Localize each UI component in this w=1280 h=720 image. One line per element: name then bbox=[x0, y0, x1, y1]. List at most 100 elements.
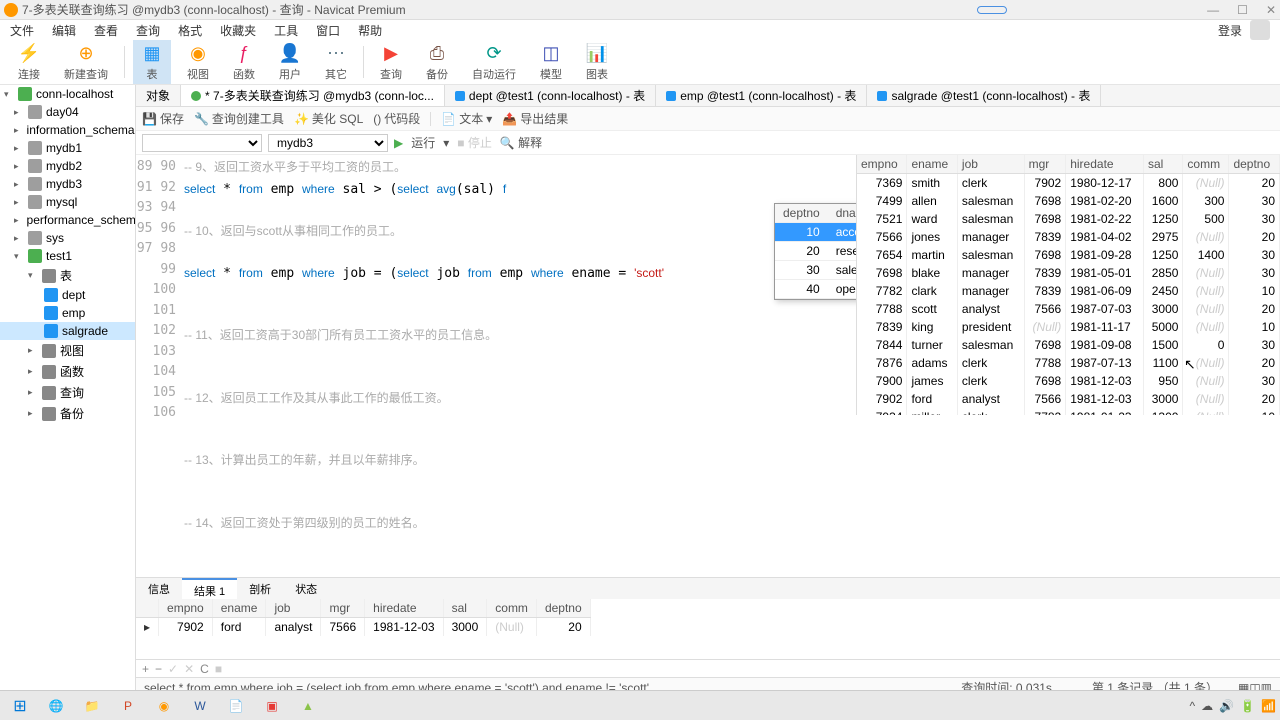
emp-row[interactable]: 7934millerclerk77821981-01-231300(Null)1… bbox=[857, 408, 1280, 415]
tab-objects[interactable]: 对象 bbox=[136, 85, 181, 106]
connect-button[interactable]: ⚡连接 bbox=[10, 40, 48, 84]
add-row-icon[interactable]: + bbox=[142, 662, 149, 676]
results-grid[interactable]: empnoenamejobmgrhiredatesalcommdeptno▸79… bbox=[136, 599, 1280, 659]
model-button[interactable]: ◫模型 bbox=[532, 40, 570, 84]
tree-folder[interactable]: ▸查询 bbox=[0, 382, 135, 403]
tray-up-icon[interactable]: ^ bbox=[1190, 699, 1196, 713]
tree-table-emp[interactable]: emp bbox=[0, 304, 135, 322]
emp-row[interactable]: 7788scottanalyst75661987-07-033000(Null)… bbox=[857, 300, 1280, 318]
emp-row[interactable]: 7876adamsclerk77881987-07-131100(Null)20 bbox=[857, 354, 1280, 372]
tree-folder[interactable]: ▸函数 bbox=[0, 361, 135, 382]
tree-db-mydb2[interactable]: ▸mydb2 bbox=[0, 157, 135, 175]
emp-row[interactable]: 7566jonesmanager78391981-04-022975(Null)… bbox=[857, 228, 1280, 246]
emp-row[interactable]: 7839kingpresident(Null)1981-11-175000(Nu… bbox=[857, 318, 1280, 336]
export-button[interactable]: 📤 导出结果 bbox=[502, 110, 568, 127]
tray-cloud-icon[interactable]: ☁ bbox=[1201, 699, 1213, 713]
menu-tools[interactable]: 工具 bbox=[274, 22, 298, 39]
emp-row[interactable]: 7654martinsalesman76981981-09-2812501400… bbox=[857, 246, 1280, 264]
tree-db-day04[interactable]: ▸day04 bbox=[0, 103, 135, 121]
emp-row[interactable]: 7902fordanalyst75661981-12-033000(Null)2… bbox=[857, 390, 1280, 408]
rtab-status[interactable]: 状态 bbox=[283, 578, 329, 599]
tree-db-mydb1[interactable]: ▸mydb1 bbox=[0, 139, 135, 157]
x-icon[interactable]: ✕ bbox=[184, 662, 194, 676]
menu-format[interactable]: 格式 bbox=[178, 22, 202, 39]
sql-editor[interactable]: 89 90 91 92 93 94 95 96 97 98 99 100 101… bbox=[136, 155, 1280, 577]
tree-tables-folder[interactable]: ▾表 bbox=[0, 265, 135, 286]
qtool-button[interactable]: 🔧 查询创建工具 bbox=[194, 110, 284, 127]
tree-db-information_schema[interactable]: ▸information_schema bbox=[0, 121, 135, 139]
result-row[interactable]: ▸7902fordanalyst75661981-12-033000(Null)… bbox=[136, 618, 590, 637]
chrome-icon[interactable]: 🌐 bbox=[40, 693, 72, 719]
backup-button[interactable]: ⎙备份 bbox=[418, 40, 456, 84]
emp-row[interactable]: 7900jamesclerk76981981-12-03950(Null)30 bbox=[857, 372, 1280, 390]
stop-icon[interactable]: ■ bbox=[215, 662, 222, 676]
snippet-button[interactable]: () 代码段 bbox=[373, 110, 420, 127]
minimize-icon[interactable]: — bbox=[1207, 3, 1219, 17]
rtab-result[interactable]: 结果 1 bbox=[182, 578, 237, 599]
other-button[interactable]: ⋯其它 bbox=[317, 40, 355, 84]
save-button[interactable]: 💾 保存 bbox=[142, 110, 184, 127]
emp-row[interactable]: 7698blakemanager78391981-05-012850(Null)… bbox=[857, 264, 1280, 282]
db-select[interactable]: mydb3 bbox=[268, 134, 388, 152]
tray-net-icon[interactable]: 📶 bbox=[1261, 699, 1276, 713]
emp-row[interactable]: 7782clarkmanager78391981-06-092450(Null)… bbox=[857, 282, 1280, 300]
check-icon[interactable]: ✓ bbox=[168, 662, 178, 676]
start-icon[interactable]: ⊞ bbox=[4, 693, 36, 719]
emp-row[interactable]: 7844turnersalesman76981981-09-081500030 bbox=[857, 336, 1280, 354]
menu-view[interactable]: 查看 bbox=[94, 22, 118, 39]
menu-favorites[interactable]: 收藏夹 bbox=[220, 22, 256, 39]
run-button[interactable]: 运行 bbox=[411, 134, 435, 151]
tree-conn[interactable]: ▾conn-localhost bbox=[0, 85, 135, 103]
refresh-icon[interactable]: C bbox=[200, 662, 209, 676]
app6-icon[interactable]: ▣ bbox=[256, 693, 288, 719]
avatar-icon[interactable] bbox=[1250, 20, 1270, 40]
query-button[interactable]: ▶查询 bbox=[372, 40, 410, 84]
tree-db-mysql[interactable]: ▸mysql bbox=[0, 193, 135, 211]
menu-window[interactable]: 窗口 bbox=[316, 22, 340, 39]
menu-query[interactable]: 查询 bbox=[136, 22, 160, 39]
view-button[interactable]: ◉视图 bbox=[179, 40, 217, 84]
tree-db-performance_schema[interactable]: ▸performance_schema bbox=[0, 211, 135, 229]
tree-folder[interactable]: ▸视图 bbox=[0, 340, 135, 361]
tree-db-mydb3[interactable]: ▸mydb3 bbox=[0, 175, 135, 193]
chart-button[interactable]: 📊图表 bbox=[578, 40, 616, 84]
rtab-analyze[interactable]: 剖析 bbox=[237, 578, 283, 599]
explorer-icon[interactable]: 📁 bbox=[76, 693, 108, 719]
conn-select[interactable] bbox=[142, 134, 262, 152]
menu-help[interactable]: 帮助 bbox=[358, 22, 382, 39]
powerpoint-icon[interactable]: P bbox=[112, 693, 144, 719]
app5-icon[interactable]: 📄 bbox=[220, 693, 252, 719]
tab-query[interactable]: * 7-多表关联查询练习 @mydb3 (conn-loc... bbox=[181, 85, 445, 106]
table-button[interactable]: ▦表 bbox=[133, 40, 171, 84]
tray-battery-icon[interactable]: 🔋 bbox=[1240, 699, 1255, 713]
text-button[interactable]: 📄 文本 ▾ bbox=[441, 110, 492, 127]
tree-db-sys[interactable]: ▸sys bbox=[0, 229, 135, 247]
tab-dept[interactable]: dept @test1 (conn-localhost) - 表 bbox=[445, 85, 656, 106]
navicat-icon[interactable]: ◉ bbox=[148, 693, 180, 719]
del-row-icon[interactable]: − bbox=[155, 662, 162, 676]
emp-row[interactable]: 7521wardsalesman76981981-02-22125050030 bbox=[857, 210, 1280, 228]
menu-edit[interactable]: 编辑 bbox=[52, 22, 76, 39]
tree-folder[interactable]: ▸备份 bbox=[0, 403, 135, 424]
emp-row[interactable]: 7499allensalesman76981981-02-20160030030 bbox=[857, 192, 1280, 210]
maximize-icon[interactable]: ☐ bbox=[1237, 3, 1248, 17]
tree-table-dept[interactable]: dept bbox=[0, 286, 135, 304]
app7-icon[interactable]: ▲ bbox=[292, 693, 324, 719]
tray-sound-icon[interactable]: 🔊 bbox=[1219, 699, 1234, 713]
system-tray[interactable]: ^ ☁ 🔊 🔋 📶 bbox=[1190, 699, 1277, 713]
close-icon[interactable]: ✕ bbox=[1266, 3, 1276, 17]
newquery-button[interactable]: ⊕新建查询 bbox=[56, 40, 116, 84]
tab-salgrade[interactable]: salgrade @test1 (conn-localhost) - 表 bbox=[867, 85, 1101, 106]
rtab-info[interactable]: 信息 bbox=[136, 578, 182, 599]
explain-button[interactable]: 🔍 解释 bbox=[500, 134, 542, 151]
tab-emp[interactable]: emp @test1 (conn-localhost) - 表 bbox=[656, 85, 867, 106]
login-link[interactable]: 登录 bbox=[1218, 22, 1242, 39]
beautify-button[interactable]: ✨ 美化 SQL bbox=[294, 110, 363, 127]
emp-row[interactable]: 7369smithclerk79021980-12-17800(Null)20 bbox=[857, 174, 1280, 193]
menu-file[interactable]: 文件 bbox=[10, 22, 34, 39]
tree-table-salgrade[interactable]: salgrade bbox=[0, 322, 135, 340]
fn-button[interactable]: ƒ函数 bbox=[225, 40, 263, 84]
tree-test1[interactable]: ▾test1 bbox=[0, 247, 135, 265]
word-icon[interactable]: W bbox=[184, 693, 216, 719]
user-button[interactable]: 👤用户 bbox=[271, 40, 309, 84]
